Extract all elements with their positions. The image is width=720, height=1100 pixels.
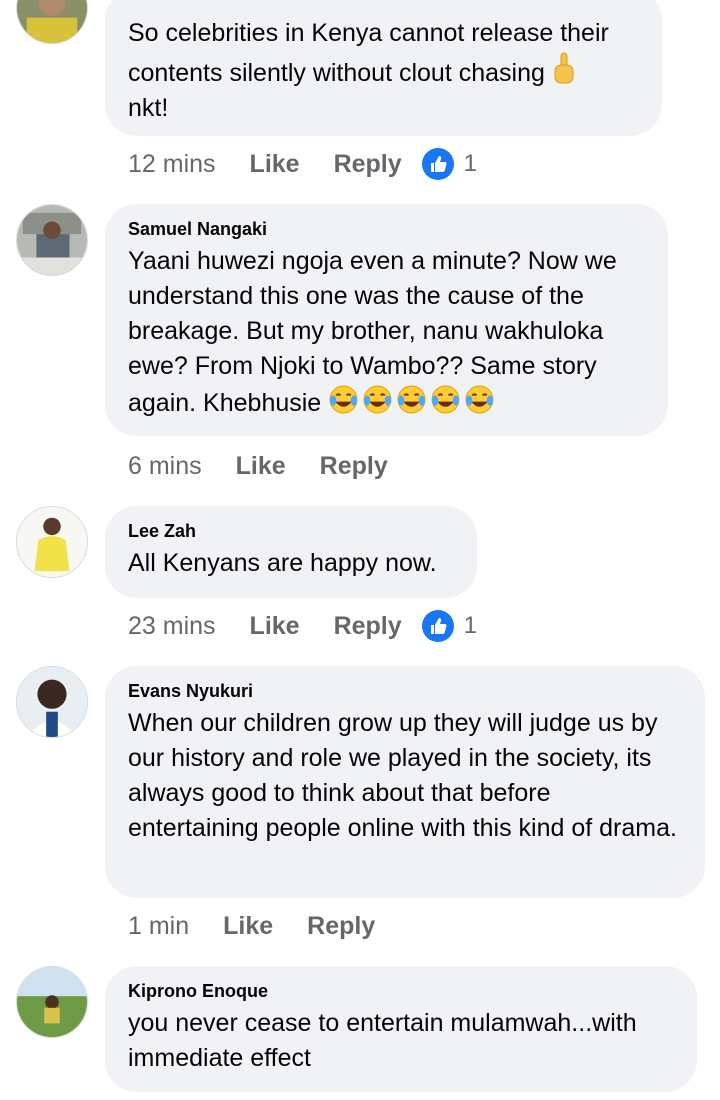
reaction-summary[interactable]: 1 [421, 610, 478, 642]
face-with-tears-of-joy-icon [362, 384, 393, 415]
avatar[interactable] [16, 666, 88, 738]
avatar[interactable] [16, 204, 88, 276]
comment-bubble: So celebrities in Kenya cannot release t… [105, 0, 662, 136]
face-with-tears-of-joy-icon [328, 384, 359, 415]
face-with-tears-of-joy-icon [396, 384, 427, 415]
comment-text: So celebrities in Kenya cannot release t… [128, 19, 609, 122]
avatar[interactable] [16, 0, 88, 44]
avatar[interactable] [16, 966, 88, 1038]
like-button[interactable]: Like [250, 150, 300, 179]
comment-author[interactable]: Kiprono Enoque [128, 980, 675, 1002]
comment-text: When our children grow up they will judg… [128, 709, 677, 842]
comment-timestamp[interactable]: 6 mins [128, 452, 202, 481]
middle-finger-icon [552, 51, 576, 85]
face-with-tears-of-joy-icon [464, 384, 495, 415]
comment-bubble: Samuel Nangaki Yaani huwezi ngoja even a… [105, 204, 668, 436]
reply-button[interactable]: Reply [320, 452, 388, 481]
avatar-photo [17, 967, 87, 1037]
avatar[interactable] [16, 506, 88, 578]
comment-actions: 6 mins Like Reply [128, 448, 388, 484]
like-reaction-icon [421, 148, 454, 180]
avatar-photo [17, 0, 87, 43]
reply-button[interactable]: Reply [307, 912, 375, 941]
comment-text: All Kenyans are happy now. [128, 549, 437, 577]
avatar-photo [17, 205, 87, 275]
comment-text: you never cease to entertain mulamwah...… [128, 1009, 637, 1072]
reaction-count: 1 [463, 612, 478, 639]
comment-bubble: Kiprono Enoque you never cease to entert… [105, 966, 697, 1092]
comment-author[interactable]: Samuel Nangaki [128, 218, 646, 240]
avatar-photo [17, 667, 87, 737]
comment-timestamp[interactable]: 23 mins [128, 612, 216, 641]
comment-actions: 23 mins Like Reply 1 [128, 608, 477, 644]
emoji-row [328, 385, 495, 417]
comment-timestamp[interactable]: 1 min [128, 912, 189, 941]
comment-feed: So celebrities in Kenya cannot release t… [0, 0, 720, 1100]
face-with-tears-of-joy-icon [430, 384, 461, 415]
comment-timestamp[interactable]: 12 mins [128, 150, 216, 179]
like-button[interactable]: Like [250, 612, 300, 641]
like-button[interactable]: Like [236, 452, 286, 481]
comment-author[interactable]: Evans Nyukuri [128, 680, 683, 702]
reply-button[interactable]: Reply [334, 150, 402, 179]
comment-author[interactable]: Lee Zah [128, 520, 455, 542]
comment-bubble: Lee Zah All Kenyans are happy now. [105, 506, 477, 598]
comment-text: Yaani huwezi ngoja even a minute? Now we… [128, 247, 617, 417]
reply-button[interactable]: Reply [334, 612, 402, 641]
comment-actions: 1 min Like Reply [128, 908, 375, 944]
like-reaction-icon [421, 610, 454, 642]
reaction-summary[interactable]: 1 [421, 148, 478, 180]
comment-actions: 12 mins Like Reply 1 [128, 146, 477, 182]
reaction-count: 1 [463, 150, 478, 177]
avatar-photo [17, 507, 87, 577]
comment-bubble: Evans Nyukuri When our children grow up … [105, 666, 705, 898]
like-button[interactable]: Like [223, 912, 273, 941]
